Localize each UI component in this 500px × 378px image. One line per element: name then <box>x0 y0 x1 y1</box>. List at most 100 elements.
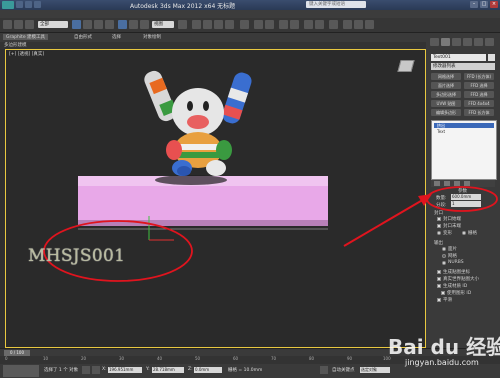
align-icon[interactable] <box>265 20 274 29</box>
link-icon[interactable] <box>25 20 34 29</box>
modifier-button[interactable]: 编辑多边形 <box>431 109 461 116</box>
morph-label: 变形 <box>443 231 452 236</box>
cap-end-checkbox[interactable] <box>437 224 441 228</box>
search-input[interactable]: 键入关键字或短语 <box>306 1 366 8</box>
cap-start-checkbox[interactable] <box>437 217 441 221</box>
tick-label: 20 <box>81 356 87 361</box>
named-selection-icon[interactable] <box>240 20 249 29</box>
modifier-button[interactable]: 多边形选择 <box>431 91 461 98</box>
schematic-icon[interactable] <box>315 20 324 29</box>
open-file-icon[interactable] <box>25 1 32 8</box>
create-tab-icon[interactable] <box>430 38 439 46</box>
angle-snap-icon[interactable] <box>203 20 212 29</box>
percent-snap-icon[interactable] <box>214 20 223 29</box>
set-key-icon[interactable] <box>320 366 328 374</box>
modifier-button[interactable]: UVW 贴图 <box>431 100 461 107</box>
window-crossing-icon[interactable] <box>105 20 114 29</box>
modifier-button[interactable]: FFD 选择 <box>464 91 494 98</box>
save-file-icon[interactable] <box>34 1 41 8</box>
close-icon[interactable]: × <box>490 1 498 8</box>
select-by-name-icon[interactable] <box>83 20 92 29</box>
lock-selection-icon[interactable] <box>82 366 90 374</box>
modifier-stack[interactable]: 挤出 Text <box>431 120 497 180</box>
hierarchy-tab-icon[interactable] <box>452 38 461 46</box>
pivot-icon[interactable] <box>178 20 187 29</box>
tab-freeform[interactable]: 自由形式 <box>74 34 92 40</box>
layer-icon[interactable] <box>279 20 288 29</box>
render-setup-icon[interactable] <box>343 20 352 29</box>
use-shape-ids-checkbox[interactable] <box>441 291 445 295</box>
rendered-frame-icon[interactable] <box>354 20 363 29</box>
display-tab-icon[interactable] <box>474 38 483 46</box>
gen-mat-ids-label: 生成材质 ID <box>443 284 468 289</box>
spinner-snap-icon[interactable] <box>225 20 234 29</box>
render-icon[interactable] <box>365 20 374 29</box>
graphite-toggle-icon[interactable] <box>290 20 299 29</box>
modifier-button[interactable]: FFD (长方体) <box>464 73 494 80</box>
move-icon[interactable] <box>118 20 127 29</box>
modifier-list-dropdown[interactable]: 修改器列表 <box>431 63 495 70</box>
reference-coord-dropdown[interactable]: 视图 <box>152 21 174 28</box>
new-file-icon[interactable] <box>16 1 23 8</box>
stack-item-extrude[interactable]: 挤出 <box>434 123 494 128</box>
z-coordinate-field[interactable]: 0.0mm <box>194 367 222 373</box>
modifier-button[interactable]: 面片选择 <box>431 82 461 89</box>
morph-radio[interactable] <box>437 231 441 235</box>
modifier-button[interactable]: FFD 4x4x4 <box>464 100 494 107</box>
output-nurbs-radio[interactable] <box>442 261 446 265</box>
motion-tab-icon[interactable] <box>463 38 472 46</box>
real-world-checkbox[interactable] <box>437 277 441 281</box>
rotate-icon[interactable] <box>129 20 138 29</box>
x-coordinate-field[interactable]: 196.951mm <box>108 367 142 373</box>
auto-key-button[interactable]: 自动关键点 <box>332 367 355 373</box>
tab-graphite-modeling[interactable]: Graphite 建模工具 <box>3 34 49 40</box>
selected-set-dropdown[interactable]: 选定对象 <box>360 367 390 373</box>
tick-label: 90 <box>347 356 353 361</box>
gen-mapping-checkbox[interactable] <box>437 270 441 274</box>
scale-icon[interactable] <box>140 20 149 29</box>
object-color-swatch[interactable] <box>488 54 495 61</box>
snap-icon[interactable] <box>192 20 201 29</box>
maxscript-listener[interactable] <box>3 365 39 377</box>
app-menu-icon[interactable] <box>2 1 14 9</box>
rect-selection-icon[interactable] <box>94 20 103 29</box>
real-world-label: 真实世界贴图大小 <box>443 277 479 282</box>
cap-start-label: 封口始端 <box>443 217 461 222</box>
cap-end-label: 封口末端 <box>443 224 461 229</box>
utilities-tab-icon[interactable] <box>485 38 494 46</box>
undo-icon[interactable] <box>3 20 12 29</box>
modifier-button[interactable]: 网格选择 <box>431 73 461 80</box>
output-mesh-label: 网格 <box>448 254 457 259</box>
output-patch-radio[interactable] <box>442 247 446 251</box>
select-object-icon[interactable] <box>72 20 81 29</box>
polygon-modeling-label[interactable]: 多边形建模 <box>4 42 27 48</box>
use-shape-ids-label: 使用图形 ID <box>447 291 472 296</box>
z-label: Z: <box>188 367 193 372</box>
maximize-icon[interactable]: □ <box>480 1 488 8</box>
x-label: X: <box>102 367 107 372</box>
material-editor-icon[interactable] <box>329 20 338 29</box>
selection-filter-dropdown[interactable]: 全部 <box>38 21 68 28</box>
bunny-toy <box>144 70 252 176</box>
y-coordinate-field[interactable]: 28.718mm <box>152 367 184 373</box>
modifier-button[interactable]: FFD 选择 <box>464 82 494 89</box>
object-name-field[interactable]: Text001 <box>431 54 486 61</box>
redo-icon[interactable] <box>14 20 23 29</box>
smooth-checkbox[interactable] <box>437 298 441 302</box>
scene-text-object[interactable]: MHSJS001 <box>28 246 125 266</box>
tab-selection[interactable]: 选择 <box>112 34 121 40</box>
tick-label: 10 <box>43 356 49 361</box>
modifier-button[interactable]: FFD 长方体 <box>464 109 494 116</box>
absolute-mode-icon[interactable] <box>92 366 100 374</box>
tick-label: 80 <box>309 356 315 361</box>
stack-item-text[interactable]: Text <box>434 129 445 134</box>
minimize-icon[interactable]: – <box>470 1 478 8</box>
tick-label: 0 <box>5 356 8 361</box>
curve-editor-icon[interactable] <box>304 20 313 29</box>
gen-mat-ids-checkbox[interactable] <box>437 284 441 288</box>
mirror-icon[interactable] <box>254 20 263 29</box>
grid-radio[interactable] <box>462 231 466 235</box>
output-mesh-radio[interactable] <box>442 254 446 258</box>
modify-tab-icon[interactable] <box>441 38 450 46</box>
tab-object-paint[interactable]: 对象绘制 <box>143 34 161 40</box>
